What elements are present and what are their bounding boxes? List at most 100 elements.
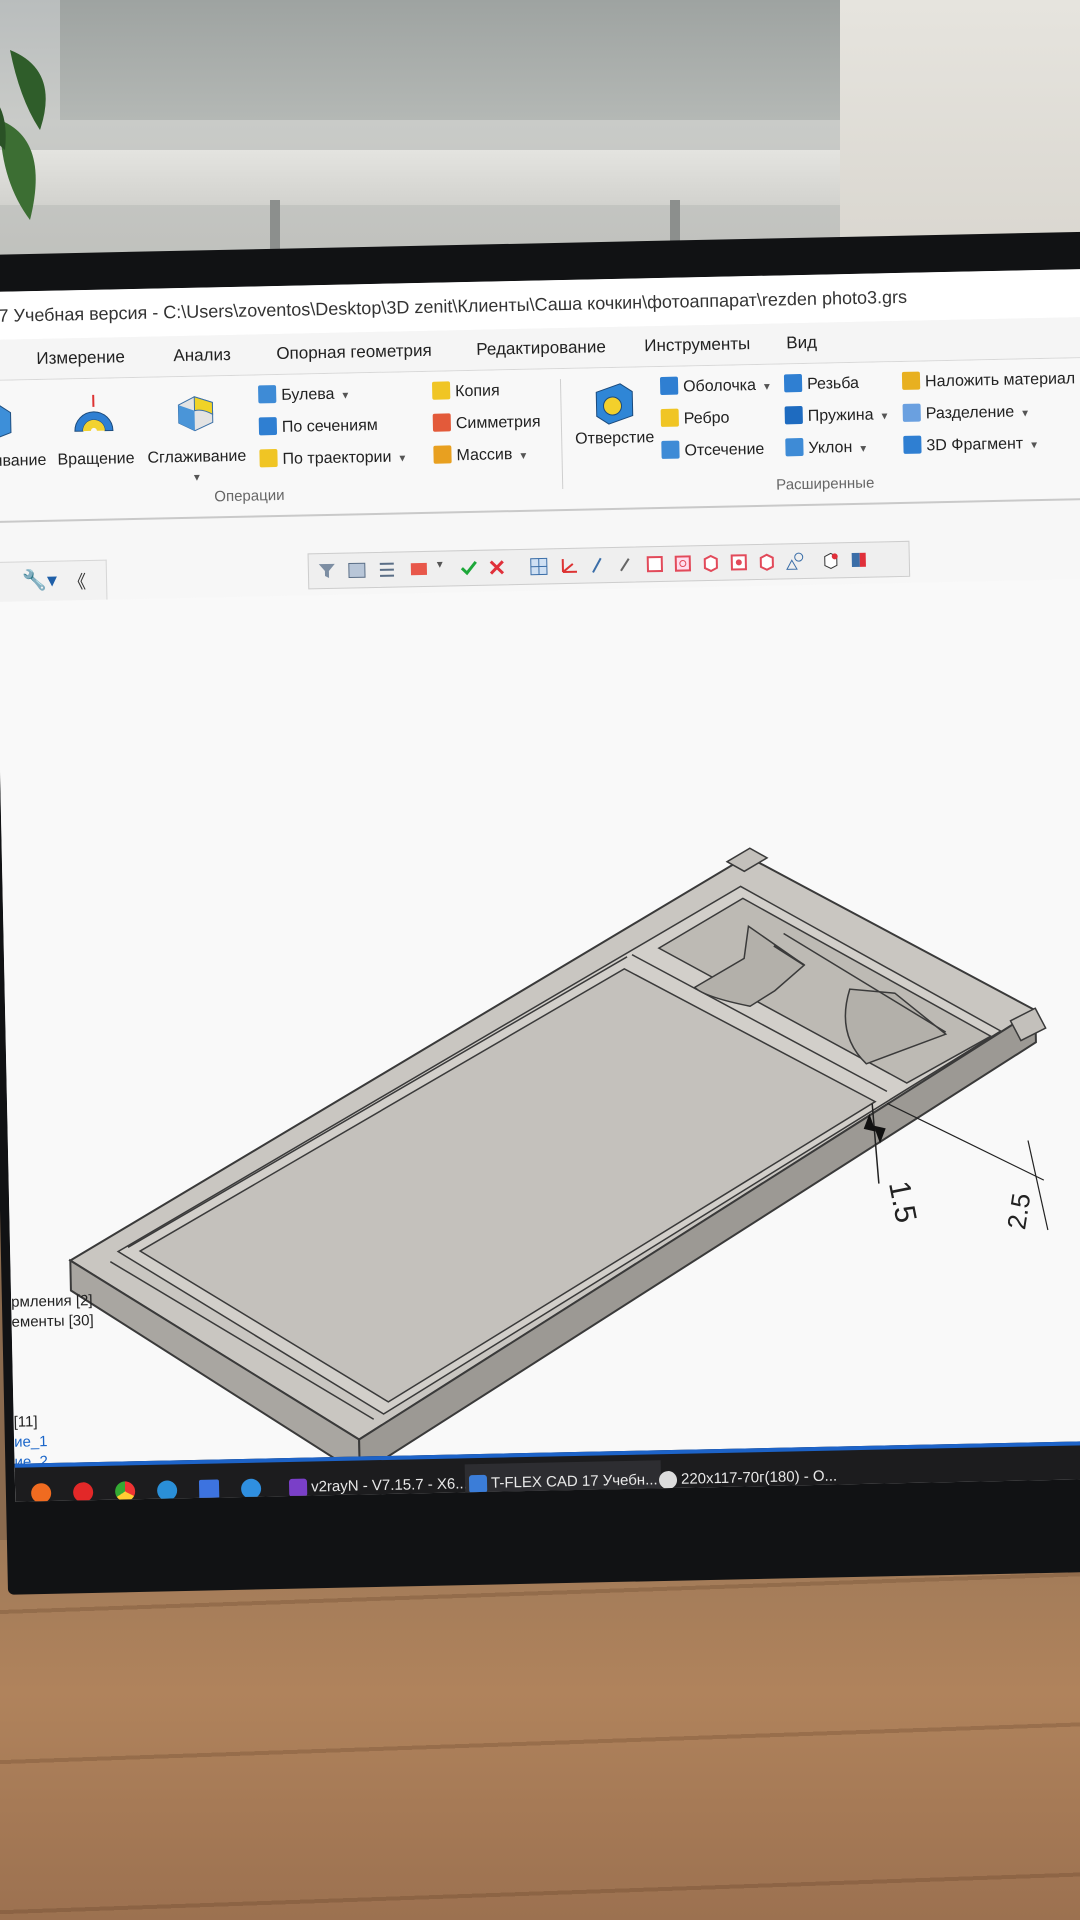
collapse-panel-button[interactable]: 《 <box>68 568 87 594</box>
array-item[interactable]: Массив ▼ <box>433 444 528 466</box>
split-icon <box>902 403 921 422</box>
copy-icon <box>431 381 451 400</box>
shell-item[interactable]: Оболочка ▼ <box>659 375 772 397</box>
apply-material-item[interactable]: Наложить материал <box>901 368 1075 392</box>
face-icon[interactable] <box>645 554 665 574</box>
solid-icon[interactable] <box>701 553 721 573</box>
shell-label: Оболочка <box>682 376 757 396</box>
room-background <box>0 0 1080 270</box>
extrude-button-label[interactable]: ивание <box>0 452 47 471</box>
cutoff-item[interactable]: Отсечение <box>661 439 765 461</box>
desk-surface <box>0 1540 1080 1920</box>
cancel-icon[interactable] <box>487 557 507 577</box>
axis-z-icon[interactable] <box>587 555 607 575</box>
solid-hole-icon[interactable] <box>729 552 749 572</box>
tree-item-1[interactable]: ие_1 <box>14 1433 48 1451</box>
smoothing-dropdown-arrow[interactable]: ▼ <box>192 473 202 484</box>
dimension-2-5[interactable]: 2.5 <box>1001 1191 1036 1231</box>
tree-item-elements[interactable]: ементы [30] <box>11 1312 93 1331</box>
smoothing-icon <box>177 396 214 432</box>
rib-label: Ребро <box>683 409 730 428</box>
axes-icon[interactable] <box>559 556 579 576</box>
cutoff-label: Отсечение <box>684 440 765 460</box>
split-item[interactable]: Разделение ▼ <box>902 401 1031 424</box>
document-app-icon <box>658 1470 678 1490</box>
cube-red-icon[interactable] <box>821 550 841 570</box>
rotation-button[interactable]: Вращение <box>57 450 134 470</box>
window-ledge <box>0 150 840 205</box>
rib-item[interactable]: Ребро <box>660 408 730 429</box>
window-glass <box>60 0 840 120</box>
loft-item[interactable]: По сечениям <box>258 415 378 437</box>
draft-icon <box>785 438 804 457</box>
boolean-item[interactable]: Булева ▼ <box>258 383 351 405</box>
draft-item[interactable]: Уклон ▼ <box>785 437 868 459</box>
wall <box>840 0 1080 270</box>
dimension-1-5[interactable]: 1.5 <box>882 1178 922 1225</box>
symmetry-item[interactable]: Симметрия <box>432 412 541 434</box>
v2rayn-icon <box>288 1478 308 1497</box>
shell-icon <box>659 376 679 395</box>
accept-icon[interactable] <box>459 558 479 578</box>
array-label: Массив <box>456 446 513 465</box>
view-toolbar: ▼ <box>307 540 911 590</box>
ribbon-separator <box>559 379 564 490</box>
filter-list-icon[interactable] <box>377 560 397 580</box>
thread-label: Резьба <box>806 374 860 393</box>
3d-viewport[interactable]: 1.5 2.5 рмления [2] ементы [30] [11] ие_… <box>0 578 1080 1477</box>
model-canvas[interactable]: 1.5 2.5 <box>0 579 1080 1477</box>
filter-select-icon[interactable] <box>347 560 367 580</box>
filter-icon[interactable] <box>317 561 337 581</box>
hole-button[interactable]: Отверстие <box>575 429 654 449</box>
3d-fragment-item[interactable]: 3D Фрагмент ▼ <box>903 433 1039 456</box>
tree-item-count[interactable]: [11] <box>13 1413 37 1430</box>
chevron-down-icon: ▼ <box>761 381 772 393</box>
yandex-icon[interactable] <box>240 1478 262 1500</box>
menu-view[interactable]: Вид <box>786 323 818 364</box>
group-operations-label: Операции <box>214 486 285 506</box>
sweep-item[interactable]: По траектории ▼ <box>259 446 407 469</box>
copy-item[interactable]: Копия <box>431 380 500 401</box>
spring-item[interactable]: Пружина ▼ <box>784 404 890 426</box>
tree-item-formats[interactable]: рмления [2] <box>11 1292 93 1311</box>
youtube-icon[interactable] <box>72 1482 94 1502</box>
material-icon <box>901 371 921 390</box>
menu-measure[interactable]: Измерение <box>36 337 125 379</box>
3d-fragment-label: 3D Фрагмент <box>926 435 1024 455</box>
sweep-icon <box>259 449 278 468</box>
menu-tools[interactable]: Инструменты <box>644 324 751 366</box>
signal-icon[interactable] <box>198 1479 220 1500</box>
cube-stack-icon[interactable] <box>849 550 869 570</box>
hole-icon <box>595 383 634 425</box>
plant <box>0 50 46 220</box>
array-icon <box>433 445 452 464</box>
edge-icon[interactable] <box>615 555 635 575</box>
wrench-icon[interactable]: 🔧▾ <box>22 568 57 594</box>
firefox-icon[interactable] <box>30 1482 52 1502</box>
menu-reference-geometry[interactable]: Опорная геометрия <box>276 331 432 374</box>
thread-icon <box>783 374 803 393</box>
group-advanced-label: Расширенные <box>776 474 875 494</box>
copy-label: Копия <box>455 382 500 401</box>
menu-analysis[interactable]: Анализ <box>173 335 231 376</box>
body-icon[interactable] <box>673 553 693 573</box>
taskbar-app-label: 220x117-70г(180) - O... <box>680 1467 838 1488</box>
edge-icon[interactable] <box>156 1480 178 1501</box>
split-label: Разделение <box>925 403 1015 423</box>
chrome-icon[interactable] <box>114 1481 136 1502</box>
thread-item[interactable]: Резьба <box>783 373 860 395</box>
chevron-down-icon[interactable]: ▼ <box>435 560 445 571</box>
shapes-icon[interactable] <box>785 551 805 571</box>
ribbon: ивание Вращение Сглаживание ▼ Булева ▼ По… <box>0 357 1080 523</box>
rib-icon <box>660 408 679 427</box>
menu-editing[interactable]: Редактирование <box>476 327 606 370</box>
cutoff-icon <box>661 440 680 459</box>
shell-view-icon[interactable] <box>757 552 777 572</box>
chevron-down-icon: ▼ <box>1020 408 1031 420</box>
boolean-label: Булева <box>281 385 335 404</box>
tflex-icon <box>468 1474 488 1494</box>
loft-icon <box>258 417 278 436</box>
grid-view-icon[interactable] <box>529 556 549 576</box>
color-fill-icon[interactable] <box>409 559 429 579</box>
smoothing-button[interactable]: Сглаживание <box>147 448 246 468</box>
